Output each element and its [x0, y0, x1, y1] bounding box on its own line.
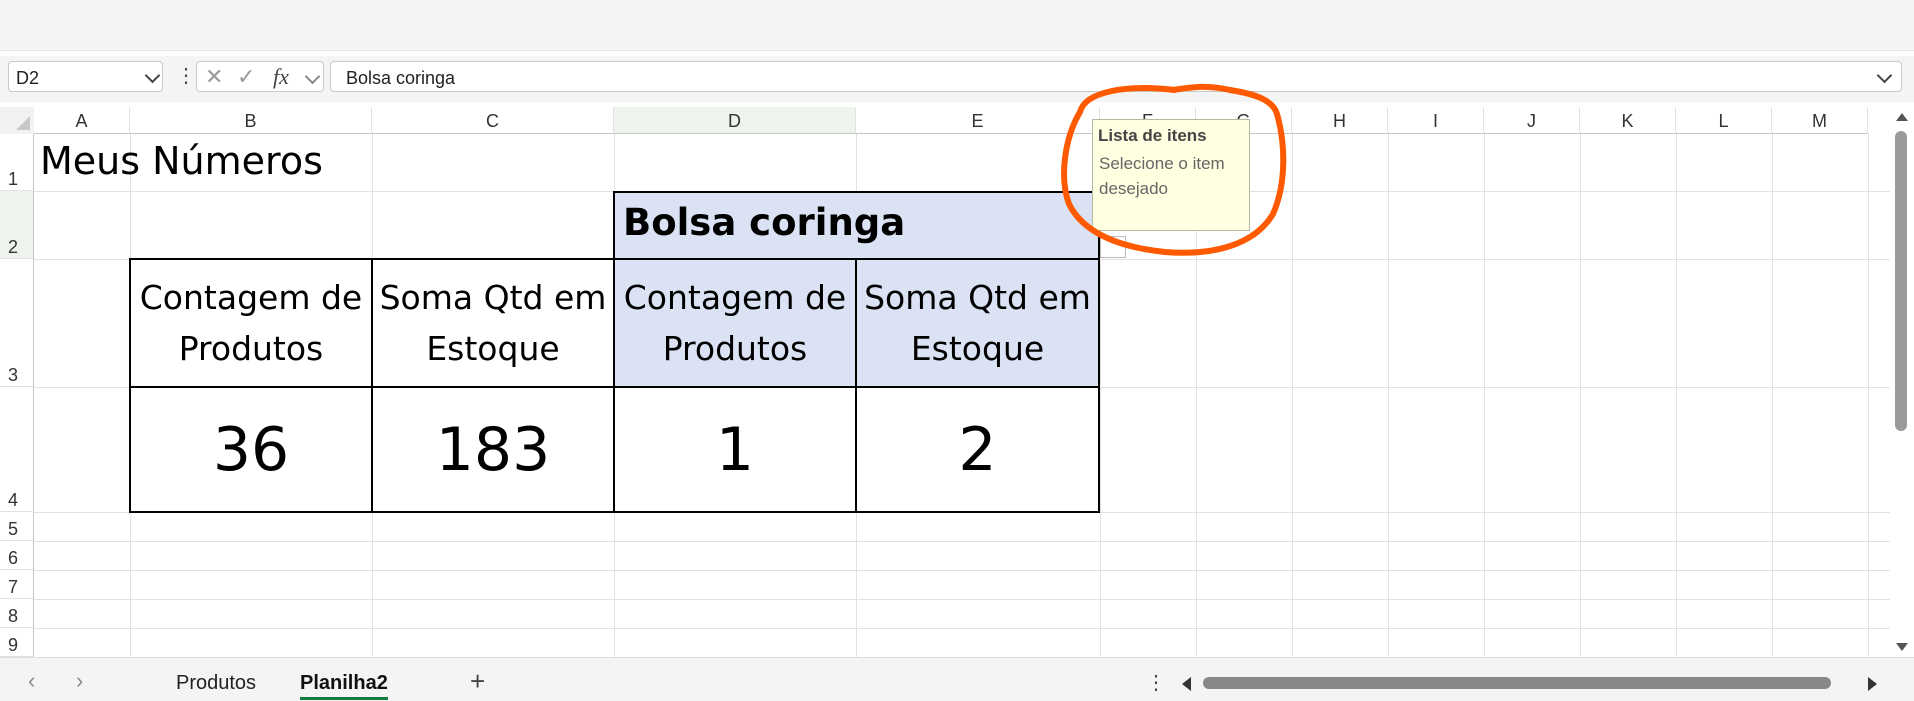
sheet-title[interactable]: Meus Números — [40, 139, 323, 183]
column-header-a[interactable]: A — [34, 107, 130, 134]
vertical-scrollbar[interactable] — [1890, 107, 1914, 657]
column-header-m[interactable]: M — [1772, 107, 1868, 134]
row-header-3[interactable]: 3 — [0, 259, 34, 387]
header-text: Soma Qtd em Estoque — [379, 278, 607, 368]
column-header-i[interactable]: I — [1388, 107, 1484, 134]
formula-value: Bolsa coringa — [346, 68, 456, 88]
column-header-k[interactable]: K — [1580, 107, 1676, 134]
group-header-label: Bolsa coringa — [623, 201, 906, 244]
header-cell-b3[interactable]: Contagem de Produtos — [129, 258, 373, 388]
value-text: 2 — [958, 414, 997, 485]
column-header-l[interactable]: L — [1676, 107, 1772, 134]
row-number: 2 — [8, 237, 19, 257]
header-cell-c3[interactable]: Soma Qtd em Estoque — [371, 258, 615, 388]
tab-options-icon[interactable]: ⋮ — [1146, 670, 1166, 695]
gridline — [34, 599, 1890, 600]
column-header-j[interactable]: J — [1484, 107, 1580, 134]
column-header-d[interactable]: D — [614, 107, 856, 134]
more-options-icon[interactable]: ⋮ — [176, 66, 196, 86]
gridline — [1484, 134, 1485, 657]
spreadsheet-grid[interactable]: A B C D E F G H I J K L M 1 2 3 4 5 6 7 … — [0, 107, 1890, 657]
horizontal-scroll-thumb[interactable] — [1203, 677, 1831, 689]
gridline — [34, 628, 1890, 629]
value-text: 1 — [715, 414, 755, 485]
row-number: 7 — [8, 577, 19, 597]
annotation-circle — [1061, 83, 1287, 256]
vertical-scroll-thumb[interactable] — [1895, 131, 1907, 431]
select-all-corner[interactable] — [0, 107, 34, 134]
row-header-8[interactable]: 8 — [0, 599, 34, 628]
header-cell-e3[interactable]: Soma Qtd em Estoque — [855, 258, 1100, 388]
column-header-h[interactable]: H — [1292, 107, 1388, 134]
gridline — [34, 570, 1890, 571]
row-number: 3 — [8, 365, 19, 385]
header-text: Contagem de Produtos — [139, 278, 363, 368]
enter-icon[interactable]: ✓ — [237, 64, 255, 90]
row-number: 1 — [8, 169, 19, 189]
name-box[interactable]: D2 — [8, 61, 163, 92]
row-header-7[interactable]: 7 — [0, 570, 34, 599]
scroll-left-icon[interactable] — [1182, 677, 1191, 691]
row-header-2[interactable]: 2 — [0, 191, 34, 259]
ribbon-area — [0, 0, 1914, 51]
fx-chevron-icon[interactable] — [304, 68, 321, 85]
scroll-down-icon[interactable] — [1896, 643, 1908, 651]
gridline — [1292, 134, 1293, 657]
formula-actions: ✕ ✓ fx — [196, 61, 324, 92]
formula-bar: D2 ⋮ ✕ ✓ fx Bolsa coringa — [0, 56, 1914, 102]
row-number: 6 — [8, 548, 19, 568]
value-cell-d4[interactable]: 1 — [613, 386, 857, 513]
scroll-right-icon[interactable] — [1868, 677, 1877, 691]
gridline — [1676, 134, 1677, 657]
next-sheet-icon[interactable]: › — [76, 668, 83, 694]
value-text: 36 — [212, 414, 290, 485]
value-cell-e4[interactable]: 2 — [855, 386, 1100, 513]
column-header-b[interactable]: B — [130, 107, 372, 134]
gridline — [1868, 134, 1869, 657]
add-sheet-icon[interactable]: + — [470, 666, 485, 697]
prev-sheet-icon[interactable]: ‹ — [28, 668, 35, 694]
column-header-c[interactable]: C — [372, 107, 614, 134]
gridline — [1772, 134, 1773, 657]
fx-icon[interactable]: fx — [273, 64, 289, 90]
value-cell-b4[interactable]: 36 — [129, 386, 373, 513]
expand-formula-icon[interactable] — [1876, 67, 1893, 84]
sheet-tab-planilha2[interactable]: Planilha2 — [300, 672, 388, 700]
row-number: 5 — [8, 519, 19, 539]
gridline — [1388, 134, 1389, 657]
gridline — [34, 541, 1890, 542]
cancel-icon[interactable]: ✕ — [205, 64, 223, 90]
annotation-stroke — [1061, 83, 1287, 256]
row-header-4[interactable]: 4 — [0, 387, 34, 512]
name-box-value: D2 — [16, 68, 40, 88]
row-header-5[interactable]: 5 — [0, 512, 34, 541]
row-number: 4 — [8, 490, 19, 510]
row-number: 8 — [8, 606, 19, 626]
value-cell-c4[interactable]: 183 — [371, 386, 615, 513]
scroll-up-icon[interactable] — [1896, 113, 1908, 121]
row-header-9[interactable]: 9 — [0, 628, 34, 657]
row-number: 9 — [8, 635, 19, 655]
value-text: 183 — [435, 414, 551, 485]
header-text: Contagem de Produtos — [623, 278, 847, 368]
group-header-cell[interactable]: Bolsa coringa — [613, 191, 1100, 259]
row-header-6[interactable]: 6 — [0, 541, 34, 570]
chevron-down-icon[interactable] — [144, 67, 161, 84]
header-text: Soma Qtd em Estoque — [864, 278, 1091, 368]
sheet-tab-bar: ‹ › Produtos Planilha2 + ⋮ — [0, 657, 1914, 701]
row-header-1[interactable]: 1 — [0, 134, 34, 191]
gridline — [1580, 134, 1581, 657]
header-cell-d3[interactable]: Contagem de Produtos — [613, 258, 857, 388]
sheet-tab-produtos[interactable]: Produtos — [176, 672, 256, 695]
